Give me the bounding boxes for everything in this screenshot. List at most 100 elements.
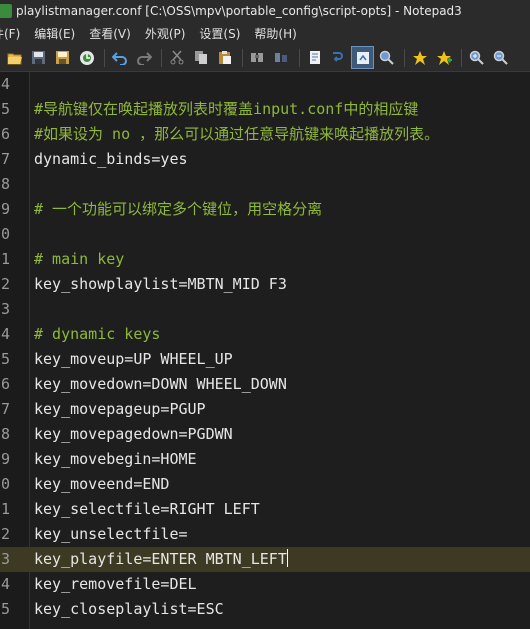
code-text: key_removefile=DEL (34, 575, 197, 593)
toolbar-separator (104, 48, 105, 67)
notepad3-app-icon (0, 4, 12, 18)
save-icon[interactable] (28, 47, 49, 68)
line-number: 7 (0, 150, 10, 168)
zoom-in-small-icon[interactable] (376, 47, 397, 68)
line-number: 4 (0, 75, 10, 93)
editor-line[interactable]: 6 #如果设为 no ，那么可以通过任意导航键来唤起播放列表。 (0, 122, 530, 147)
editor-line[interactable]: 0 key_moveend=END (0, 472, 530, 497)
word-wrap-icon[interactable] (304, 47, 325, 68)
line-number: 9 (0, 450, 10, 468)
editor-line[interactable]: 5 #导航键仅在唤起播放列表时覆盖input.conf中的相应键 (0, 97, 530, 122)
toolbar-separator (461, 48, 462, 67)
line-number: 5 (0, 350, 10, 368)
line-number: 8 (0, 175, 10, 193)
menu-edit[interactable]: 编辑(E) (27, 25, 82, 42)
find-icon[interactable] (247, 47, 268, 68)
code-text: key_moveup=UP WHEEL_UP (34, 350, 233, 368)
menu-help[interactable]: 帮助(H) (247, 25, 303, 42)
menu-file[interactable]: 件(F) (0, 25, 27, 42)
cut-icon[interactable] (166, 47, 187, 68)
editor-line[interactable]: 2 key_showplaylist=MBTN_MID F3 (0, 272, 530, 297)
code-text: key_moveend=END (34, 475, 170, 493)
current-line[interactable]: 3 key_playfile=ENTER MBTN_LEFT (0, 547, 530, 572)
line-number: 6 (0, 375, 10, 393)
editor-line[interactable]: 4 key_removefile=DEL (0, 572, 530, 597)
editor-line[interactable]: 6 key_movedown=DOWN WHEEL_DOWN (0, 372, 530, 397)
zoom-in-icon[interactable] (466, 47, 487, 68)
editor-line[interactable]: 3 (0, 297, 530, 322)
toolbar-separator (161, 48, 162, 67)
line-number: 4 (0, 325, 10, 343)
editor-line[interactable]: 9 # 一个功能可以绑定多个键位，用空格分离 (0, 197, 530, 222)
editor-line[interactable]: 8 key_movepagedown=PGDWN (0, 422, 530, 447)
code-text: key_closeplaylist=ESC (34, 600, 224, 618)
favorites-icon[interactable] (433, 47, 454, 68)
zoom-out-icon[interactable] (490, 47, 511, 68)
editor-line[interactable]: 7 key_movepageup=PGUP (0, 397, 530, 422)
editor-line[interactable]: 2 key_unselectfile= (0, 522, 530, 547)
add-favorite-icon[interactable] (409, 47, 430, 68)
code-text: key_playfile=ENTER MBTN_LEFT (34, 549, 288, 568)
line-number: 1 (0, 250, 10, 268)
line-number: 3 (0, 550, 10, 568)
line-number: 1 (0, 500, 10, 518)
line-number: 2 (0, 525, 10, 543)
toolbar (0, 44, 530, 72)
toolbar-separator (299, 48, 300, 67)
comment-text: # 一个功能可以绑定多个键位，用空格分离 (34, 200, 323, 218)
comment-text: #导航键仅在唤起播放列表时覆盖input.conf中的相应键 (34, 100, 419, 118)
code-text: key_movebegin=HOME (34, 450, 197, 468)
editor-line[interactable]: 4 # dynamic keys (0, 322, 530, 347)
editor-line[interactable]: 1 key_selectfile=RIGHT LEFT (0, 497, 530, 522)
paste-icon[interactable] (214, 47, 235, 68)
zoom-page-icon[interactable] (351, 46, 374, 69)
line-number: 2 (0, 275, 10, 293)
editor-area[interactable]: 4 5 #导航键仅在唤起播放列表时覆盖input.conf中的相应键 6 #如果设为 n… (0, 72, 530, 629)
line-number: 5 (0, 100, 10, 118)
toolbar-separator (404, 48, 405, 67)
replace-icon[interactable] (271, 47, 292, 68)
line-number: 8 (0, 425, 10, 443)
line-number: 4 (0, 575, 10, 593)
comment-text: #如果设为 no ，那么可以通过任意导航键来唤起播放列表。 (34, 125, 440, 143)
code-text: key_movepageup=PGUP (34, 400, 206, 418)
code-text: dynamic_binds=yes (34, 150, 188, 168)
window-title: playlistmanager.conf [C:\OSS\mpv\portabl… (16, 4, 462, 18)
copy-icon[interactable] (190, 47, 211, 68)
undo-icon[interactable] (109, 47, 130, 68)
editor-line[interactable]: 1 # main key (0, 247, 530, 272)
line-number: 9 (0, 200, 10, 218)
view-whitespace-icon[interactable] (328, 47, 349, 68)
line-number: 0 (0, 475, 10, 493)
line-number: 7 (0, 400, 10, 418)
editor-line[interactable]: 4 (0, 72, 530, 97)
menu-settings[interactable]: 设置(S) (192, 25, 247, 42)
line-number: 3 (0, 300, 10, 318)
code-text: key_selectfile=RIGHT LEFT (34, 500, 260, 518)
title-bar: playlistmanager.conf [C:\OSS\mpv\portabl… (0, 0, 530, 22)
browse-icon[interactable] (76, 47, 97, 68)
editor-line[interactable]: 7 dynamic_binds=yes (0, 147, 530, 172)
editor-line[interactable]: 9 key_movebegin=HOME (0, 447, 530, 472)
code-text: key_movepagedown=PGDWN (34, 425, 233, 443)
open-folder-icon[interactable] (4, 47, 25, 68)
line-number: 5 (0, 600, 10, 618)
editor-line[interactable]: 5 key_closeplaylist=ESC (0, 597, 530, 622)
menu-bar: 件(F) 编辑(E) 查看(V) 外观(P) 设置(S) 帮助(H) (0, 22, 530, 44)
line-number: 0 (0, 225, 10, 243)
code-text: key_movedown=DOWN WHEEL_DOWN (34, 375, 287, 393)
redo-icon[interactable] (133, 47, 154, 68)
menu-appearance[interactable]: 外观(P) (138, 25, 193, 42)
save-as-icon[interactable] (52, 47, 73, 68)
toolbar-separator (242, 48, 243, 67)
editor-line[interactable]: 8 (0, 172, 530, 197)
menu-view[interactable]: 查看(V) (82, 25, 138, 42)
comment-text: # dynamic keys (34, 325, 161, 343)
code-text: key_showplaylist=MBTN_MID F3 (34, 275, 287, 293)
comment-text: # main key (34, 250, 125, 268)
code-text: key_unselectfile= (34, 525, 188, 543)
line-number: 6 (0, 125, 10, 143)
text-caret (286, 549, 288, 567)
editor-line[interactable]: 0 (0, 222, 530, 247)
editor-line[interactable]: 5 key_moveup=UP WHEEL_UP (0, 347, 530, 372)
